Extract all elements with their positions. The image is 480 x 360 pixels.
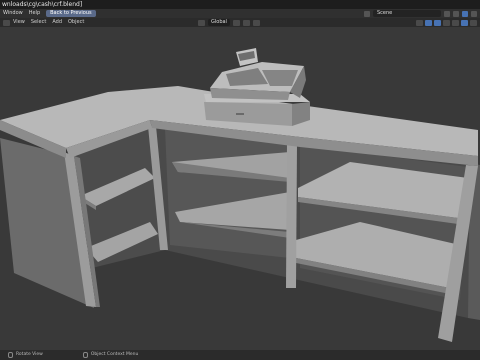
counter-model bbox=[0, 48, 480, 342]
proportional-edit-icon[interactable] bbox=[252, 19, 260, 26]
menu-view[interactable]: View bbox=[10, 18, 28, 27]
close-icon[interactable] bbox=[453, 10, 459, 17]
editor-type-icon[interactable] bbox=[3, 19, 10, 26]
view-layer-icon[interactable] bbox=[462, 10, 468, 17]
solid-shading-icon[interactable] bbox=[461, 19, 468, 26]
menu-object[interactable]: Object bbox=[65, 18, 87, 27]
gizmo-icon[interactable] bbox=[425, 19, 432, 26]
mouse-middle-icon bbox=[8, 352, 13, 358]
register-drawer-keyhole bbox=[236, 113, 244, 115]
menu-add[interactable]: Add bbox=[49, 18, 65, 27]
overlay-icon[interactable] bbox=[434, 19, 441, 26]
snap-icon[interactable] bbox=[242, 19, 250, 26]
layer-dropdown-icon[interactable] bbox=[471, 10, 477, 17]
divider-middle bbox=[286, 143, 297, 288]
menu-window[interactable]: Window bbox=[0, 9, 26, 18]
status-bar: Rotate View Object Context Menu bbox=[0, 350, 480, 360]
xray-icon[interactable] bbox=[443, 19, 450, 26]
orientation-icon bbox=[198, 19, 205, 26]
status-context-label: Object Context Menu bbox=[90, 352, 139, 357]
back-to-previous-button[interactable]: Back to Previous bbox=[46, 10, 96, 17]
top-menubar: Window Help Back to Previous Scene bbox=[0, 9, 480, 18]
menu-select[interactable]: Select bbox=[28, 18, 49, 27]
scene-selector[interactable]: Scene bbox=[373, 10, 441, 17]
scene-icon bbox=[364, 10, 370, 17]
3d-viewport[interactable] bbox=[0, 27, 480, 350]
transform-controls: Global bbox=[198, 19, 260, 26]
status-rotate-label: Rotate View bbox=[16, 352, 43, 357]
orientation-dropdown[interactable]: Global bbox=[208, 19, 230, 26]
material-shading-icon[interactable] bbox=[470, 19, 477, 26]
status-rotate: Rotate View bbox=[8, 350, 43, 360]
menu-help[interactable]: Help bbox=[26, 9, 43, 18]
viewport-header: View Select Add Object Global bbox=[0, 18, 480, 27]
wireframe-shading-icon[interactable] bbox=[452, 19, 459, 26]
copy-icon[interactable] bbox=[444, 10, 450, 17]
shading-controls bbox=[416, 19, 477, 26]
scene-controls: Scene bbox=[364, 10, 480, 17]
window-title: wnloads\cg\cash\crf.blend] bbox=[0, 0, 480, 9]
visibility-icon[interactable] bbox=[416, 19, 423, 26]
pivot-icon[interactable] bbox=[232, 19, 240, 26]
mouse-right-icon bbox=[82, 352, 88, 358]
status-context: Object Context Menu bbox=[82, 350, 139, 360]
